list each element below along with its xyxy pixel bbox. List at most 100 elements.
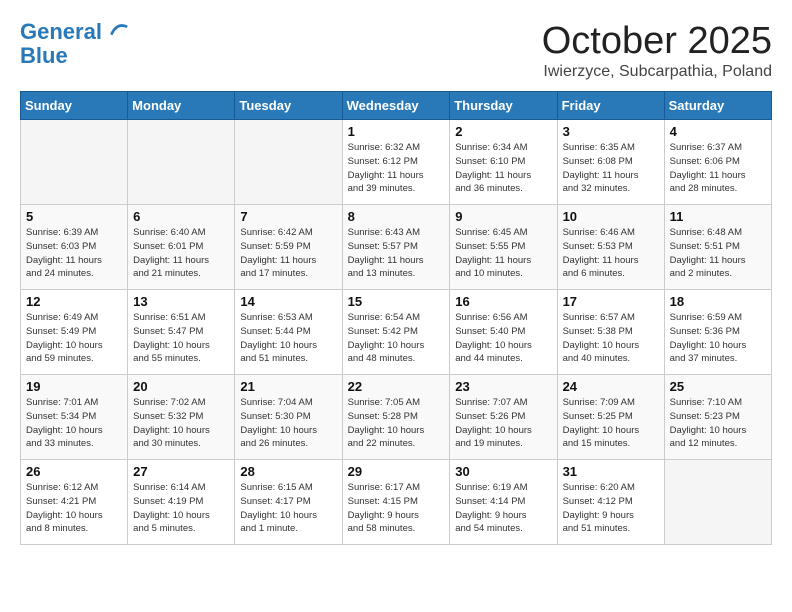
calendar-cell [21,120,128,205]
day-number: 5 [26,209,122,224]
day-number: 24 [563,379,659,394]
day-number: 23 [455,379,551,394]
calendar-cell: 30 Sunrise: 6:19 AM Sunset: 4:14 PM Dayli… [450,460,557,545]
day-info: Sunrise: 6:43 AM Sunset: 5:57 PM Dayligh… [348,226,445,281]
calendar-cell: 10Sunrise: 6:46 AM Sunset: 5:53 PM Dayli… [557,205,664,290]
calendar-cell: 15Sunrise: 6:54 AM Sunset: 5:42 PM Dayli… [342,290,450,375]
calendar-cell: 28Sunrise: 6:15 AM Sunset: 4:17 PM Dayli… [235,460,342,545]
calendar-cell: 29Sunrise: 6:17 AM Sunset: 4:15 PM Dayli… [342,460,450,545]
day-info: Sunrise: 6:49 AM Sunset: 5:49 PM Dayligh… [26,311,122,366]
calendar-week-row: 1 Sunrise: 6:32 AM Sunset: 6:12 PM Daylig… [21,120,772,205]
day-number: 27 [133,464,229,479]
day-info: Sunrise: 7:02 AM Sunset: 5:32 PM Dayligh… [133,396,229,451]
day-number: 1 [348,124,445,139]
day-number: 11 [670,209,766,224]
day-number: 13 [133,294,229,309]
weekday-header-cell: Tuesday [235,92,342,120]
calendar-cell: 8 Sunrise: 6:43 AM Sunset: 5:57 PM Daylig… [342,205,450,290]
day-number: 7 [240,209,336,224]
day-number: 6 [133,209,229,224]
logo-text: General [20,20,128,44]
calendar-cell: 16 Sunrise: 6:56 AM Sunset: 5:40 PM Dayli… [450,290,557,375]
calendar-cell: 1 Sunrise: 6:32 AM Sunset: 6:12 PM Daylig… [342,120,450,205]
calendar-cell: 9 Sunrise: 6:45 AM Sunset: 5:55 PM Daylig… [450,205,557,290]
day-number: 3 [563,124,659,139]
day-info: Sunrise: 7:01 AM Sunset: 5:34 PM Dayligh… [26,396,122,451]
day-number: 28 [240,464,336,479]
day-number: 16 [455,294,551,309]
day-number: 10 [563,209,659,224]
calendar-cell: 19Sunrise: 7:01 AM Sunset: 5:34 PM Dayli… [21,375,128,460]
calendar-cell: 21Sunrise: 7:04 AM Sunset: 5:30 PM Dayli… [235,375,342,460]
location-subtitle: Iwierzyce, Subcarpathia, Poland [542,63,772,81]
calendar-cell [235,120,342,205]
calendar-cell: 7 Sunrise: 6:42 AM Sunset: 5:59 PM Daylig… [235,205,342,290]
day-number: 17 [563,294,659,309]
calendar-week-row: 26 Sunrise: 6:12 AM Sunset: 4:21 PM Dayli… [21,460,772,545]
day-info: Sunrise: 6:19 AM Sunset: 4:14 PM Dayligh… [455,481,551,536]
day-number: 30 [455,464,551,479]
weekday-header-cell: Monday [128,92,235,120]
calendar-cell: 12Sunrise: 6:49 AM Sunset: 5:49 PM Dayli… [21,290,128,375]
day-info: Sunrise: 6:32 AM Sunset: 6:12 PM Dayligh… [348,141,445,196]
calendar-cell: 31Sunrise: 6:20 AM Sunset: 4:12 PM Dayli… [557,460,664,545]
day-info: Sunrise: 6:59 AM Sunset: 5:36 PM Dayligh… [670,311,766,366]
calendar-cell: 25Sunrise: 7:10 AM Sunset: 5:23 PM Dayli… [664,375,771,460]
logo-icon [110,21,128,39]
month-title: October 2025 [542,20,772,63]
day-info: Sunrise: 6:12 AM Sunset: 4:21 PM Dayligh… [26,481,122,536]
day-info: Sunrise: 6:51 AM Sunset: 5:47 PM Dayligh… [133,311,229,366]
calendar-cell: 5 Sunrise: 6:39 AM Sunset: 6:03 PM Daylig… [21,205,128,290]
calendar-cell: 18 Sunrise: 6:59 AM Sunset: 5:36 PM Dayli… [664,290,771,375]
day-number: 20 [133,379,229,394]
day-number: 31 [563,464,659,479]
calendar-cell [664,460,771,545]
weekday-header-cell: Sunday [21,92,128,120]
logo-text2: Blue [20,44,128,68]
day-number: 9 [455,209,551,224]
weekday-header-row: SundayMondayTuesdayWednesdayThursdayFrid… [21,92,772,120]
calendar-cell: 4 Sunrise: 6:37 AM Sunset: 6:06 PM Daylig… [664,120,771,205]
calendar-week-row: 12Sunrise: 6:49 AM Sunset: 5:49 PM Dayli… [21,290,772,375]
day-info: Sunrise: 7:07 AM Sunset: 5:26 PM Dayligh… [455,396,551,451]
day-info: Sunrise: 6:53 AM Sunset: 5:44 PM Dayligh… [240,311,336,366]
calendar-cell: 6 Sunrise: 6:40 AM Sunset: 6:01 PM Daylig… [128,205,235,290]
day-number: 26 [26,464,122,479]
day-info: Sunrise: 6:42 AM Sunset: 5:59 PM Dayligh… [240,226,336,281]
day-info: Sunrise: 6:34 AM Sunset: 6:10 PM Dayligh… [455,141,551,196]
calendar-cell: 26 Sunrise: 6:12 AM Sunset: 4:21 PM Dayli… [21,460,128,545]
day-number: 14 [240,294,336,309]
title-block: October 2025 Iwierzyce, Subcarpathia, Po… [542,20,772,81]
calendar-table: SundayMondayTuesdayWednesdayThursdayFrid… [20,91,772,545]
day-info: Sunrise: 6:48 AM Sunset: 5:51 PM Dayligh… [670,226,766,281]
day-number: 18 [670,294,766,309]
day-info: Sunrise: 6:37 AM Sunset: 6:06 PM Dayligh… [670,141,766,196]
day-number: 8 [348,209,445,224]
day-info: Sunrise: 6:45 AM Sunset: 5:55 PM Dayligh… [455,226,551,281]
calendar-cell: 17 Sunrise: 6:57 AM Sunset: 5:38 PM Dayli… [557,290,664,375]
day-info: Sunrise: 6:35 AM Sunset: 6:08 PM Dayligh… [563,141,659,196]
calendar-cell: 13 Sunrise: 6:51 AM Sunset: 5:47 PM Dayli… [128,290,235,375]
day-number: 22 [348,379,445,394]
day-info: Sunrise: 6:56 AM Sunset: 5:40 PM Dayligh… [455,311,551,366]
page-header: General Blue October 2025 Iwierzyce, Sub… [20,20,772,81]
calendar-cell: 20 Sunrise: 7:02 AM Sunset: 5:32 PM Dayli… [128,375,235,460]
calendar-cell: 22Sunrise: 7:05 AM Sunset: 5:28 PM Dayli… [342,375,450,460]
day-info: Sunrise: 7:10 AM Sunset: 5:23 PM Dayligh… [670,396,766,451]
day-info: Sunrise: 6:14 AM Sunset: 4:19 PM Dayligh… [133,481,229,536]
calendar-week-row: 5 Sunrise: 6:39 AM Sunset: 6:03 PM Daylig… [21,205,772,290]
calendar-cell [128,120,235,205]
day-info: Sunrise: 6:54 AM Sunset: 5:42 PM Dayligh… [348,311,445,366]
day-number: 4 [670,124,766,139]
day-info: Sunrise: 6:57 AM Sunset: 5:38 PM Dayligh… [563,311,659,366]
weekday-header-cell: Thursday [450,92,557,120]
logo: General Blue [20,20,128,68]
day-number: 2 [455,124,551,139]
calendar-cell: 2 Sunrise: 6:34 AM Sunset: 6:10 PM Daylig… [450,120,557,205]
day-info: Sunrise: 6:39 AM Sunset: 6:03 PM Dayligh… [26,226,122,281]
calendar-cell: 24Sunrise: 7:09 AM Sunset: 5:25 PM Dayli… [557,375,664,460]
weekday-header-cell: Saturday [664,92,771,120]
day-info: Sunrise: 6:40 AM Sunset: 6:01 PM Dayligh… [133,226,229,281]
calendar-cell: 11 Sunrise: 6:48 AM Sunset: 5:51 PM Dayli… [664,205,771,290]
calendar-cell: 14 Sunrise: 6:53 AM Sunset: 5:44 PM Dayli… [235,290,342,375]
